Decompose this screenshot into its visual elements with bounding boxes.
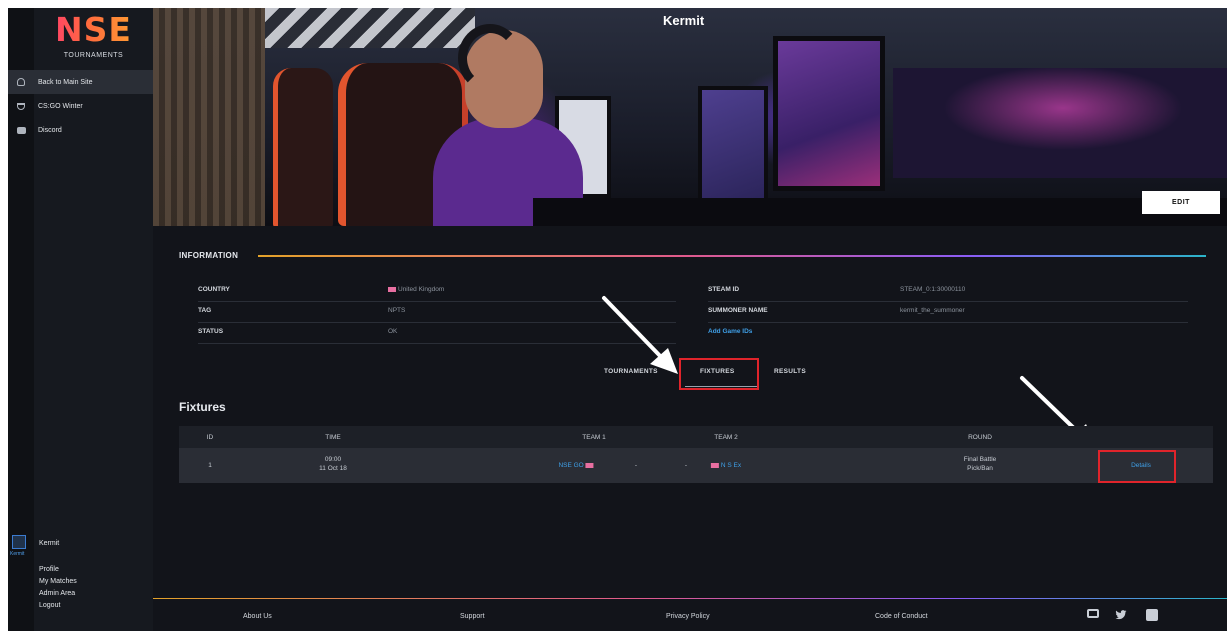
my-matches-link[interactable]: My Matches xyxy=(39,576,77,588)
logo[interactable]: NSE TOURNAMENTS xyxy=(34,12,153,60)
fixture-round: Final Battle Pick/Ban xyxy=(963,456,997,472)
info-row-steam-id: STEAM ID STEAM_0:1:30000110 xyxy=(708,281,1188,302)
facebook-icon[interactable] xyxy=(1146,609,1158,621)
fixture-time: 09:00 11 Oct 18 xyxy=(319,456,347,472)
code-of-conduct-link[interactable]: Code of Conduct xyxy=(875,613,928,620)
team1-link[interactable]: NSE GO xyxy=(558,461,595,470)
highlight-details-link xyxy=(1098,450,1176,483)
info-row-summoner-name: SUMMONER NAME kermit_the_summoner xyxy=(708,302,1188,323)
logout-link[interactable]: Logout xyxy=(39,600,77,612)
information-heading: INFORMATION xyxy=(179,251,239,260)
sidebar: NSE TOURNAMENTS Back to Main Site CS:GO … xyxy=(8,8,153,631)
monitor-icon[interactable] xyxy=(1087,609,1099,618)
table-row: 1 09:00 11 Oct 18 NSE GO - - N S Ex Fina… xyxy=(179,448,1213,483)
sidebar-nav: Back to Main Site CS:GO Winter Discord xyxy=(8,70,153,142)
col-time: TIME xyxy=(325,434,341,441)
privacy-policy-link[interactable]: Privacy Policy xyxy=(666,613,710,620)
arrow-to-fixtures xyxy=(602,296,678,374)
team2-flag-icon xyxy=(710,462,719,468)
team2-link[interactable]: N S Ex xyxy=(710,461,741,470)
edit-button[interactable]: EDIT xyxy=(1142,191,1220,214)
player-name: Kermit xyxy=(663,13,705,28)
col-id: ID xyxy=(206,434,214,441)
logo-subtitle: TOURNAMENTS xyxy=(63,52,124,59)
avatar-caption: Kermit xyxy=(10,551,25,557)
trophy-icon xyxy=(17,102,25,110)
col-team2: TEAM 2 xyxy=(714,434,738,441)
about-us-link[interactable]: About Us xyxy=(243,613,272,620)
sidebar-item-discord[interactable]: Discord xyxy=(8,118,153,142)
col-round: ROUND xyxy=(968,434,992,441)
information-divider xyxy=(258,255,1206,257)
twitter-icon[interactable] xyxy=(1115,609,1127,621)
sidebar-item-label: CS:GO Winter xyxy=(38,102,83,110)
user-name[interactable]: Kermit xyxy=(39,540,59,547)
sidebar-item-main-site[interactable]: Back to Main Site xyxy=(8,70,153,94)
avatar[interactable] xyxy=(12,535,26,549)
uk-flag-icon xyxy=(388,286,396,292)
vs-separator: - xyxy=(634,462,638,469)
info-row-game-ids: Add Game IDs xyxy=(708,323,1188,344)
sidebar-item-label: Discord xyxy=(38,126,62,134)
fixture-id: 1 xyxy=(208,462,212,469)
profile-link[interactable]: Profile xyxy=(39,564,77,576)
table-header: ID TIME TEAM 1 TEAM 2 ROUND xyxy=(179,426,1213,448)
highlight-fixtures-tab xyxy=(679,358,759,390)
user-menu: Profile My Matches Admin Area Logout xyxy=(39,564,77,612)
app-window: NSE TOURNAMENTS Back to Main Site CS:GO … xyxy=(8,8,1227,631)
support-link[interactable]: Support xyxy=(460,613,485,620)
discord-icon xyxy=(16,126,26,134)
add-game-ids-link[interactable]: Add Game IDs xyxy=(708,328,752,335)
sidebar-item-csgo-winter[interactable]: CS:GO Winter xyxy=(8,94,153,118)
logo-text: NSE xyxy=(34,12,153,48)
admin-area-link[interactable]: Admin Area xyxy=(39,588,77,600)
sidebar-item-label: Back to Main Site xyxy=(38,78,93,86)
home-icon xyxy=(17,78,25,86)
fixtures-heading: Fixtures xyxy=(179,400,226,414)
team1-flag-icon xyxy=(585,462,594,468)
profile-banner: Kermit xyxy=(153,8,1227,226)
vs-separator-2: - xyxy=(684,462,688,469)
col-team1: TEAM 1 xyxy=(582,434,606,441)
footer: About Us Support Privacy Policy Code of … xyxy=(153,598,1227,631)
tab-results[interactable]: RESULTS xyxy=(774,368,806,375)
